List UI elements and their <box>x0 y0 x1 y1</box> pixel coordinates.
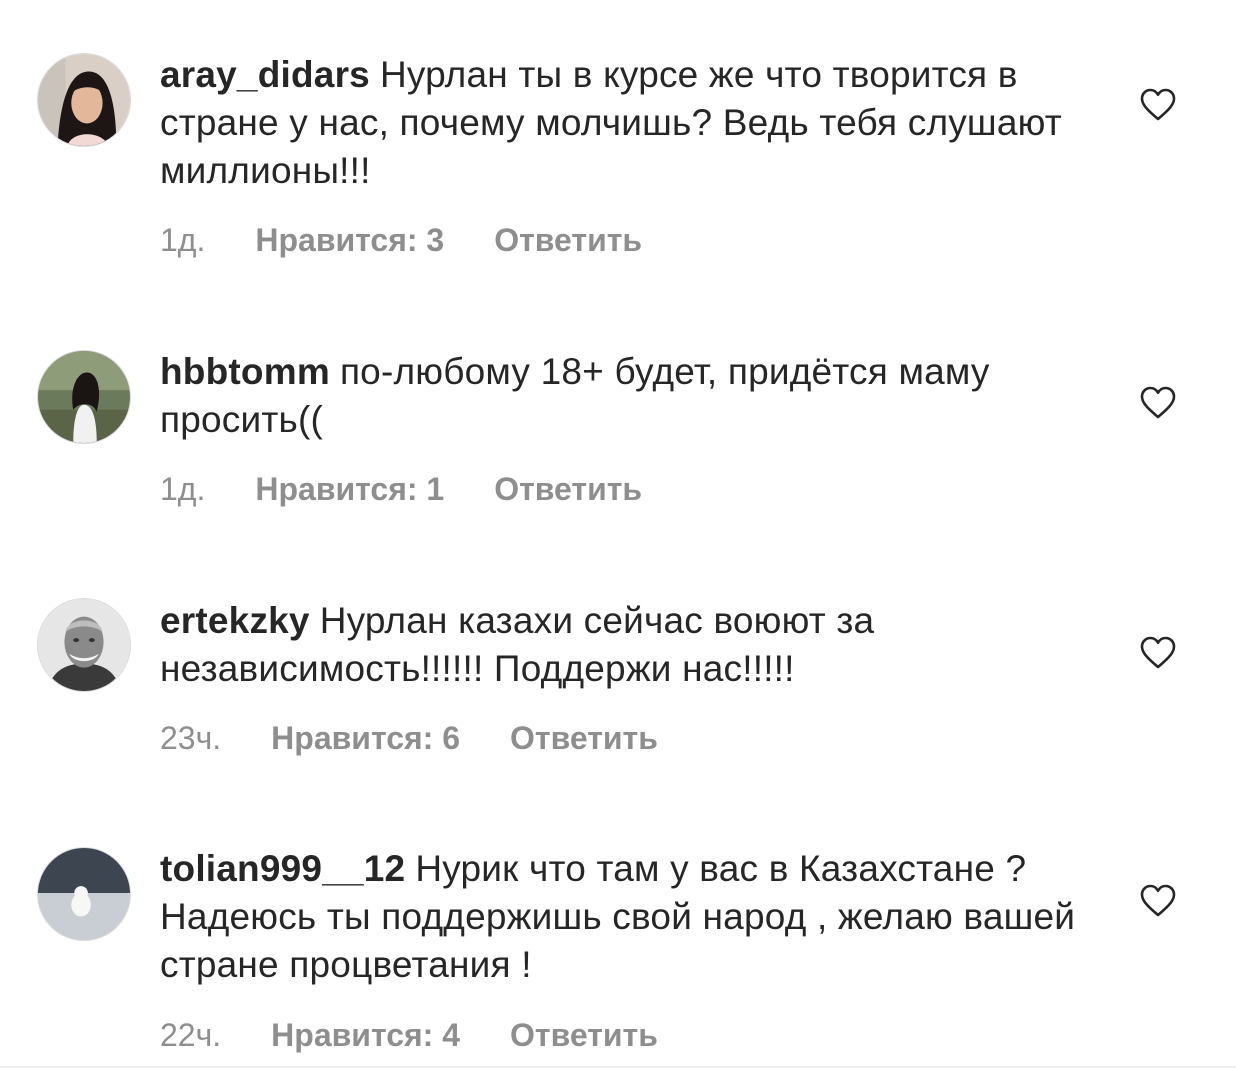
comment-likes[interactable]: Нравится: 1 <box>255 469 444 509</box>
heart-icon[interactable] <box>1140 884 1176 918</box>
reply-button[interactable]: Ответить <box>510 1015 658 1055</box>
comment-username[interactable]: tolian999__12 <box>160 848 405 889</box>
avatar[interactable] <box>37 598 131 692</box>
avatar[interactable] <box>37 53 131 147</box>
comment-username[interactable]: aray_didars <box>160 54 370 95</box>
comment-body: hbbtomm по-любому 18+ будет, придётся мам… <box>160 348 1080 444</box>
comment-time: 22ч. <box>160 1017 222 1053</box>
comment-likes[interactable]: Нравится: 4 <box>271 1015 460 1055</box>
avatar-image <box>38 599 130 691</box>
comment-meta: 1д. Нравится: 1 Ответить <box>160 469 642 509</box>
avatar-image <box>38 848 130 940</box>
comment-body: aray_didars Нурлан ты в курсе же что твор… <box>160 51 1080 195</box>
avatar-image <box>38 351 130 443</box>
heart-icon[interactable] <box>1140 636 1176 670</box>
comment-likes[interactable]: Нравится: 3 <box>255 220 444 260</box>
avatar[interactable] <box>37 847 131 941</box>
divider <box>0 1066 1236 1068</box>
heart-icon[interactable] <box>1140 386 1176 420</box>
comment-username[interactable]: hbbtomm <box>160 351 330 392</box>
avatar[interactable] <box>37 350 131 444</box>
reply-button[interactable]: Ответить <box>494 220 642 260</box>
comment-meta: 22ч. Нравится: 4 Ответить <box>160 1015 658 1055</box>
comment-time: 23ч. <box>160 720 222 756</box>
comment-meta: 23ч. Нравится: 6 Ответить <box>160 718 658 758</box>
avatar-image <box>38 54 130 146</box>
reply-button[interactable]: Ответить <box>510 718 658 758</box>
comment-body: ertekzky Нурлан казахи сейчас воюют за не… <box>160 597 1080 693</box>
comment-username[interactable]: ertekzky <box>160 600 310 641</box>
comment-body: tolian999__12 Нурик что там у вас в Казах… <box>160 845 1080 989</box>
comment-meta: 1д. Нравится: 3 Ответить <box>160 220 642 260</box>
comment-time: 1д. <box>160 222 206 258</box>
comment-time: 1д. <box>160 471 206 507</box>
reply-button[interactable]: Ответить <box>494 469 642 509</box>
comment-likes[interactable]: Нравится: 6 <box>271 718 460 758</box>
heart-icon[interactable] <box>1140 88 1176 122</box>
